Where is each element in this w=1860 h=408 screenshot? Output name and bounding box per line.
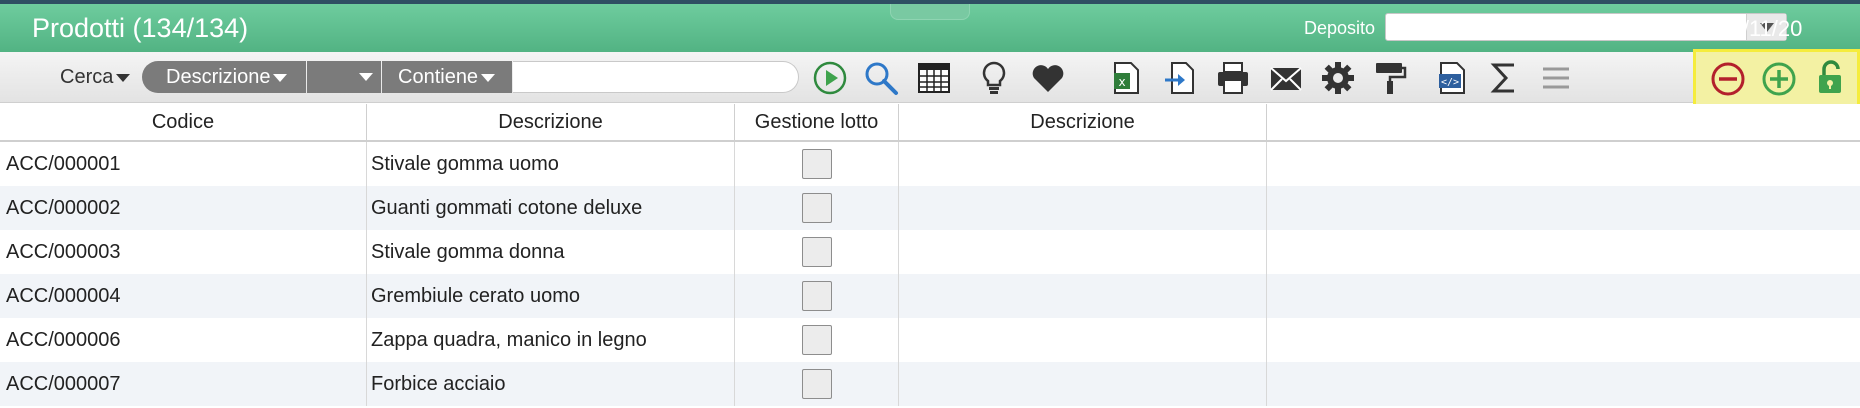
app-header: Prodotti (134/134) Deposito 11/11/20 <box>0 4 1860 52</box>
heart-icon[interactable] <box>1028 59 1068 97</box>
gestione-lotto-checkbox[interactable] <box>802 237 832 267</box>
cell-descrizione: Zappa quadra, manico in legno <box>367 318 735 362</box>
column-header-descrizione[interactable]: Descrizione <box>367 104 735 142</box>
cell-empty <box>1267 318 1860 362</box>
cell-descrizione-2 <box>899 318 1267 362</box>
caret-down-icon <box>273 73 288 82</box>
cell-empty <box>1267 142 1860 186</box>
search-icon[interactable] <box>861 59 901 97</box>
cell-descrizione-2 <box>899 230 1267 274</box>
tab-handle[interactable] <box>890 4 970 20</box>
deposito-label: Deposito <box>1304 18 1376 38</box>
cerca-label: Cerca <box>60 66 114 88</box>
search-operator-select[interactable] <box>307 61 381 93</box>
search-match-select[interactable]: Contiene <box>382 61 512 93</box>
cell-empty <box>1267 362 1860 406</box>
plus-circle-icon[interactable] <box>1759 60 1799 98</box>
products-table: Codice Descrizione Gestione lotto Descri… <box>0 104 1860 408</box>
caret-down-icon <box>359 73 373 81</box>
cell-empty <box>1267 274 1860 318</box>
gestione-lotto-checkbox[interactable] <box>802 281 832 311</box>
email-icon[interactable] <box>1266 59 1306 97</box>
cell-codice: ACC/000006 <box>0 318 367 362</box>
toolbar: Cerca Descrizione Contiene x </> <box>0 52 1860 103</box>
gestione-lotto-checkbox[interactable] <box>802 149 832 179</box>
cerca-menu[interactable]: Cerca <box>60 66 131 89</box>
svg-text:x: x <box>1118 75 1125 89</box>
current-date: 11/11/20 <box>1720 16 1803 41</box>
table-row[interactable]: ACC/000004 Grembiule cerato uomo <box>0 274 1860 318</box>
gestione-lotto-checkbox[interactable] <box>802 193 832 223</box>
paint-roller-icon[interactable] <box>1370 59 1410 97</box>
svg-text:</>: </> <box>1441 77 1459 88</box>
column-header-empty <box>1267 104 1860 142</box>
play-icon[interactable] <box>810 59 850 97</box>
highlighted-actions <box>1693 49 1860 109</box>
column-header-codice[interactable]: Codice <box>0 104 367 142</box>
cell-descrizione: Grembiule cerato uomo <box>367 274 735 318</box>
column-header-descrizione-2[interactable]: Descrizione <box>899 104 1267 142</box>
lightbulb-icon[interactable] <box>974 59 1014 97</box>
cell-codice: ACC/000001 <box>0 142 367 186</box>
excel-icon[interactable]: x <box>1106 59 1146 97</box>
import-icon[interactable] <box>1160 59 1200 97</box>
cell-descrizione: Guanti gommati cotone deluxe <box>367 186 735 230</box>
table-row[interactable]: ACC/000001 Stivale gomma uomo <box>0 142 1860 186</box>
caret-down-icon <box>116 73 131 82</box>
table-row[interactable]: ACC/000003 Stivale gomma donna <box>0 230 1860 274</box>
search-field-select[interactable]: Descrizione <box>142 61 306 93</box>
menu-icon[interactable] <box>1536 59 1576 97</box>
cell-empty <box>1267 186 1860 230</box>
sigma-icon[interactable] <box>1484 59 1524 97</box>
cell-empty <box>1267 230 1860 274</box>
search-match-value: Contiene <box>398 66 479 88</box>
cell-descrizione-2 <box>899 142 1267 186</box>
code-icon[interactable]: </> <box>1432 59 1472 97</box>
page-title: Prodotti (134/134) <box>32 13 249 43</box>
cell-descrizione-2 <box>899 362 1267 406</box>
search-input[interactable] <box>513 61 799 93</box>
gear-icon[interactable] <box>1318 59 1358 97</box>
cell-codice: ACC/000004 <box>0 274 367 318</box>
unlock-icon[interactable] <box>1810 58 1850 96</box>
column-header-gestione-lotto[interactable]: Gestione lotto <box>735 104 899 142</box>
caret-down-icon <box>481 73 496 82</box>
cell-descrizione: Stivale gomma donna <box>367 230 735 274</box>
search-field-value: Descrizione <box>166 66 271 88</box>
gestione-lotto-checkbox[interactable] <box>802 369 832 399</box>
minus-circle-icon[interactable] <box>1708 60 1748 98</box>
table-row[interactable]: ACC/000006 Zappa quadra, manico in legno <box>0 318 1860 362</box>
table-row[interactable]: ACC/000002 Guanti gommati cotone deluxe <box>0 186 1860 230</box>
print-icon[interactable] <box>1213 59 1253 97</box>
table-row[interactable]: ACC/000007 Forbice acciaio <box>0 362 1860 406</box>
gestione-lotto-checkbox[interactable] <box>802 325 832 355</box>
cell-descrizione: Forbice acciaio <box>367 362 735 406</box>
cell-descrizione-2 <box>899 186 1267 230</box>
cell-codice: ACC/000003 <box>0 230 367 274</box>
cell-descrizione-2 <box>899 274 1267 318</box>
cell-codice: ACC/000007 <box>0 362 367 406</box>
cell-codice: ACC/000002 <box>0 186 367 230</box>
cell-descrizione: Stivale gomma uomo <box>367 142 735 186</box>
table-icon[interactable] <box>914 59 954 97</box>
